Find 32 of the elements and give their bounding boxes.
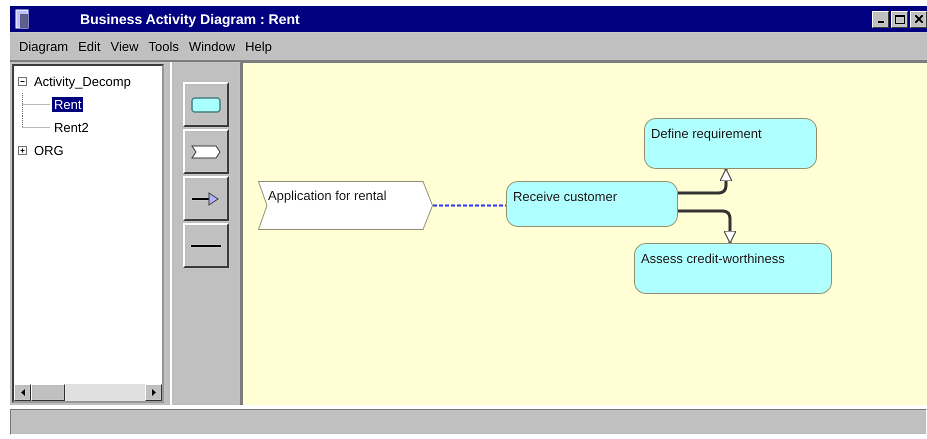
maximize-button[interactable] <box>891 10 908 28</box>
menu-item[interactable]: View <box>106 38 144 54</box>
maximize-icon <box>894 14 904 24</box>
line-icon <box>189 244 223 248</box>
tree-item[interactable]: Activity_Decomp <box>32 74 133 89</box>
menu-item[interactable]: Tools <box>143 38 184 54</box>
palette-tool-button[interactable] <box>183 82 229 127</box>
activity-node: Assess credit-worthiness <box>634 243 832 294</box>
palette-tool-button[interactable] <box>183 223 229 268</box>
minimize-button[interactable] <box>872 10 889 28</box>
close-button[interactable] <box>910 10 927 28</box>
arrow-connector <box>678 168 733 194</box>
close-icon <box>914 15 922 23</box>
left-arrow-icon <box>20 389 24 396</box>
tree-item[interactable]: Rent2 <box>52 120 91 135</box>
menu-item[interactable]: Help <box>240 38 277 54</box>
menu-item[interactable]: Diagram <box>14 38 74 54</box>
palette-tool-button[interactable] <box>183 176 229 221</box>
right-arrow-icon <box>152 389 156 396</box>
palette-tool-button[interactable] <box>183 129 229 174</box>
activity-node: Receive customer <box>506 181 678 227</box>
event-node: Application for rental <box>258 181 433 230</box>
menu-item[interactable]: Window <box>184 38 240 54</box>
menu-item[interactable]: Edit <box>73 38 106 54</box>
horizontal-scrollbar[interactable] <box>14 384 162 401</box>
activity-node: Define requirement <box>644 118 817 169</box>
tree-item[interactable]: ORG <box>32 143 66 158</box>
collapse-icon[interactable] <box>18 77 27 86</box>
arrow-connector <box>678 210 737 244</box>
tree-item[interactable]: Rent <box>52 97 84 112</box>
expand-icon[interactable] <box>18 146 27 155</box>
window-title: Business Activity Diagram : Rent <box>80 11 301 27</box>
